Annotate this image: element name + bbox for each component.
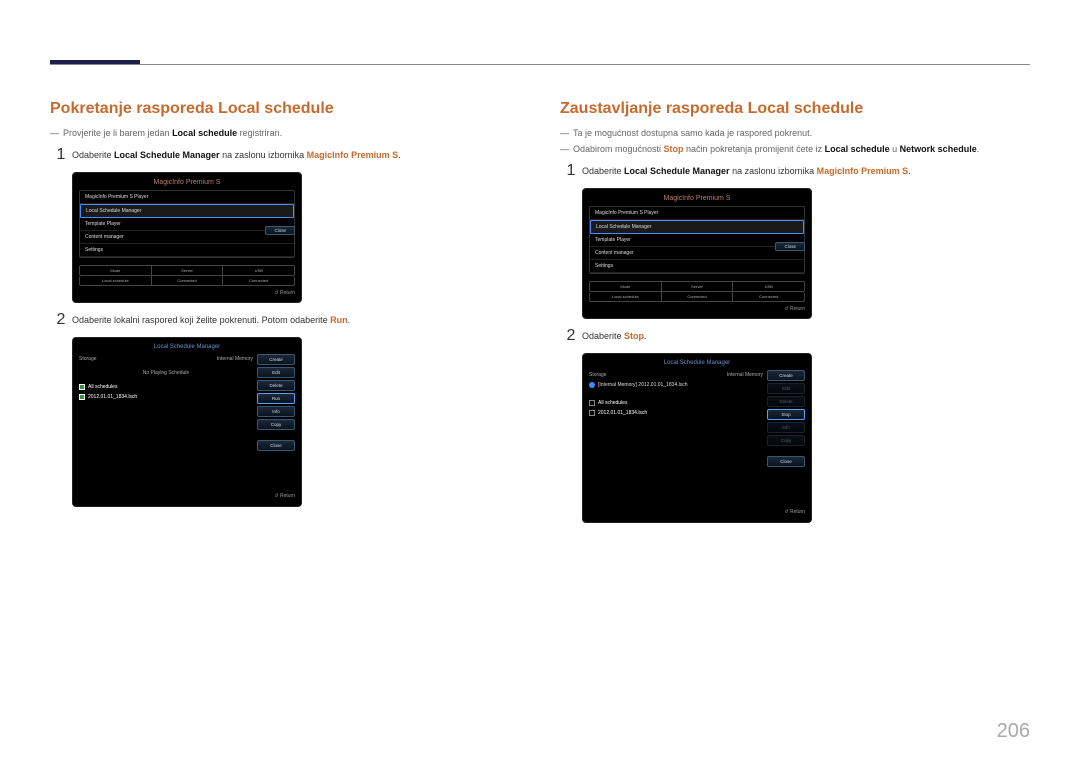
step-number: 1 — [50, 146, 72, 164]
note-text: Provjerite je li barem jedan — [63, 128, 172, 138]
close-button[interactable]: Close — [265, 226, 295, 235]
copy-button[interactable]: Copy — [257, 419, 295, 430]
step-number: 2 — [50, 311, 72, 329]
menu-item[interactable]: Settings — [80, 244, 294, 257]
play-icon — [589, 382, 595, 388]
return-label[interactable]: Return — [79, 493, 295, 499]
checkbox-icon — [79, 384, 85, 390]
lsm-title: Local Schedule Manager — [79, 344, 295, 354]
info-button[interactable]: Info — [257, 406, 295, 417]
step-1-left: 1 Odaberite Local Schedule Manager na za… — [50, 146, 520, 164]
step-2-right: 2 Odaberite Stop. — [560, 327, 1030, 345]
delete-button: Delete — [767, 396, 805, 407]
close-button[interactable]: Close — [775, 242, 805, 251]
section-title-start: Pokretanje rasporeda Local schedule — [50, 100, 520, 118]
menu-list: MagicInfo Premium S Player Local Schedul… — [589, 206, 805, 274]
copy-button: Copy — [767, 435, 805, 446]
checkbox-icon — [589, 410, 595, 416]
return-label[interactable]: Return — [589, 306, 805, 312]
storage-value: Internal Memory — [727, 372, 763, 378]
close-button[interactable]: Close — [257, 440, 295, 451]
return-label[interactable]: Return — [79, 290, 295, 296]
note-text-post: registriran. — [237, 128, 282, 138]
section-title-stop: Zaustavljanje rasporeda Local schedule — [560, 100, 1030, 118]
close-button[interactable]: Close — [767, 456, 805, 467]
return-label[interactable]: Return — [589, 509, 805, 515]
lsm-button-column: Create Edit Delete Stop Info Copy Close — [767, 370, 805, 505]
note-bold: Local schedule — [172, 128, 237, 138]
lsm-title: Local Schedule Manager — [589, 360, 805, 370]
menu-item[interactable]: Settings — [590, 260, 804, 273]
status-table: Mode Server USB — [589, 281, 805, 292]
menu-title: MagicInfo Premium S — [589, 195, 805, 206]
screenshot-lsm-stop: Local Schedule Manager Storage Internal M… — [582, 353, 812, 523]
status-table-row: Local schedule Connected Connected — [79, 276, 295, 286]
stop-button[interactable]: Stop — [767, 409, 805, 420]
screenshot-lsm-run: Local Schedule Manager Storage Internal M… — [72, 337, 302, 507]
note-stop-changes-mode: Odabirom mogućnosti Stop način pokretanj… — [560, 144, 1030, 154]
menu-item-selected[interactable]: Local Schedule Manager — [590, 220, 804, 234]
checkbox-schedule-file[interactable]: 2012.01.01_1834.lsch — [589, 408, 763, 418]
menu-title: MagicInfo Premium S — [79, 179, 295, 190]
note-registered: Provjerite je li barem jedan Local sched… — [50, 128, 520, 138]
storage-value: Internal Memory — [217, 356, 253, 362]
edit-button: Edit — [767, 383, 805, 394]
playing-schedule-row[interactable]: [Internal Memory] 2012.01.01_1834.lsch — [589, 380, 763, 390]
screenshot-magicinfo-menu: MagicInfo Premium S MagicInfo Premium S … — [72, 172, 302, 303]
create-button[interactable]: Create — [767, 370, 805, 381]
step-text: Odaberite Local Schedule Manager na zasl… — [582, 162, 1030, 180]
step-2-left: 2 Odaberite lokalni raspored koji želite… — [50, 311, 520, 329]
status-table: Mode Server USB — [79, 265, 295, 276]
checkbox-schedule-file[interactable]: 2012.01.01_1834.lsch — [79, 392, 253, 402]
status-table-row: Local schedule Connected Connected — [589, 292, 805, 302]
menu-item-selected[interactable]: Local Schedule Manager — [80, 204, 294, 218]
checkbox-all-schedules[interactable]: All schedules — [589, 398, 763, 408]
storage-label: Storage — [79, 356, 97, 362]
screenshot-magicinfo-menu: MagicInfo Premium S MagicInfo Premium S … — [582, 188, 812, 319]
checkbox-all-schedules[interactable]: All schedules — [79, 382, 253, 392]
menu-item[interactable]: MagicInfo Premium S Player — [590, 207, 804, 220]
checkbox-icon — [589, 400, 595, 406]
note-available: Ta je mogućnost dostupna samo kada je ra… — [560, 128, 1030, 138]
create-button[interactable]: Create — [257, 354, 295, 365]
lsm-button-column: Create Edit Delete Run Info Copy Close — [257, 354, 295, 489]
run-button[interactable]: Run — [257, 393, 295, 404]
step-text: Odaberite lokalni raspored koji želite p… — [72, 311, 520, 329]
info-button: Info — [767, 422, 805, 433]
step-1-right: 1 Odaberite Local Schedule Manager na za… — [560, 162, 1030, 180]
step-text: Odaberite Local Schedule Manager na zasl… — [72, 146, 520, 164]
step-number: 2 — [560, 327, 582, 345]
header-divider — [50, 64, 1030, 65]
edit-button[interactable]: Edit — [257, 367, 295, 378]
storage-label: Storage — [589, 372, 607, 378]
right-column: Zaustavljanje rasporeda Local schedule T… — [560, 100, 1030, 531]
menu-list: MagicInfo Premium S Player Local Schedul… — [79, 190, 295, 258]
left-column: Pokretanje rasporeda Local schedule Prov… — [50, 100, 520, 531]
step-text: Odaberite Stop. — [582, 327, 1030, 345]
menu-item[interactable]: MagicInfo Premium S Player — [80, 191, 294, 204]
delete-button[interactable]: Delete — [257, 380, 295, 391]
page-number: 206 — [997, 720, 1030, 743]
checkbox-icon — [79, 394, 85, 400]
no-playing-label: No Playing Schedule — [79, 364, 253, 382]
step-number: 1 — [560, 162, 582, 180]
